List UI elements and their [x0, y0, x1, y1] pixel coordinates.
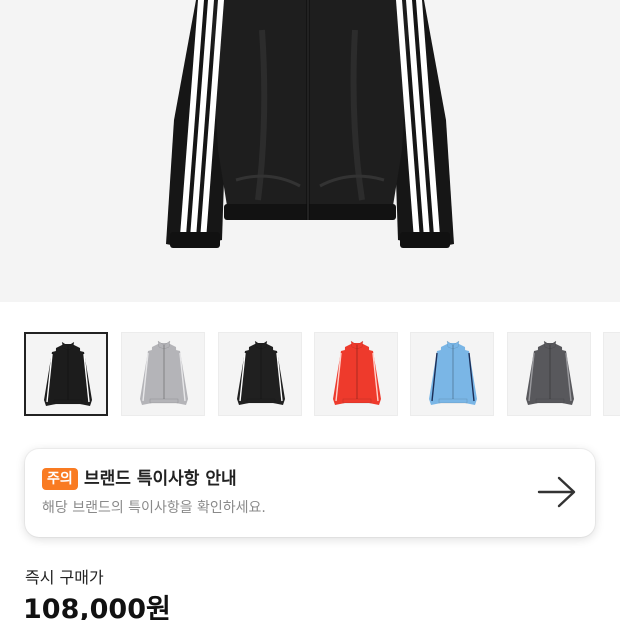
- arrow-right-icon[interactable]: [537, 475, 577, 509]
- jacket-thumb-icon: [411, 333, 493, 415]
- product-thumbnail-strip: [24, 332, 620, 418]
- jacket-thumb-icon: [26, 334, 106, 414]
- thumbnail-red[interactable]: [314, 332, 398, 416]
- thumbnail-light-blue[interactable]: [410, 332, 494, 416]
- jacket-thumb-icon: [508, 333, 590, 415]
- thumbnail-partial[interactable]: [603, 332, 620, 416]
- notice-title: 브랜드 특이사항 안내: [84, 469, 237, 489]
- caution-badge: 주의: [42, 468, 78, 490]
- jacket-illustration: [166, 0, 454, 248]
- jacket-thumb-icon: [219, 333, 301, 415]
- thumbnail-dark-gray[interactable]: [507, 332, 591, 416]
- brand-notice-card[interactable]: 주의 브랜드 특이사항 안내 해당 브랜드의 특이사항을 확인하세요.: [25, 449, 595, 537]
- price-value: 108,000원: [23, 594, 171, 620]
- thumbnail-black[interactable]: [24, 332, 108, 416]
- thumbnail-light-gray[interactable]: [121, 332, 205, 416]
- jacket-thumb-icon: [604, 333, 620, 415]
- jacket-thumb-icon: [122, 333, 204, 415]
- notice-subtitle: 해당 브랜드의 특이사항을 확인하세요.: [42, 500, 266, 516]
- thumbnail-black-2[interactable]: [218, 332, 302, 416]
- product-main-image[interactable]: [0, 0, 620, 302]
- price-label: 즉시 구매가: [25, 568, 104, 587]
- product-detail-page: 주의 브랜드 특이사항 안내 해당 브랜드의 특이사항을 확인하세요. 즉시 구…: [0, 0, 620, 620]
- jacket-thumb-icon: [315, 333, 397, 415]
